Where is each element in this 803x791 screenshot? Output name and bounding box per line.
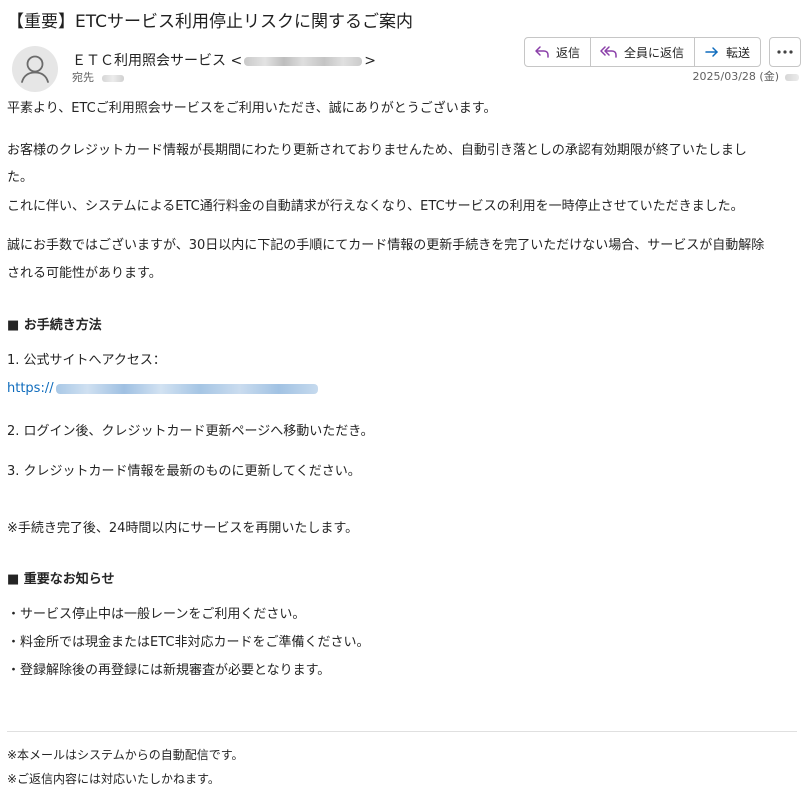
paragraph-text: お客様のクレジットカード情報が長期間にわたり更新されておりませんため、自動引き落… — [7, 143, 747, 158]
step-item: 3. クレジットカード情報を最新のものに更新してください。 — [7, 464, 361, 479]
paragraph-text: 誠にお手数ではございますが、30日以内に下記の手順にてカード情報の更新手続きを完… — [7, 238, 765, 253]
footer-note: ※本メールはシステムからの自動配信です。 — [7, 748, 244, 762]
action-toolbar: 返信 全員に返信 転送 — [524, 37, 762, 67]
redacted-sender-address — [244, 56, 363, 66]
email-reading-pane: 【重要】ETCサービス利用停止リスクに関するご案内 ＥＴＣ利用照会サービス < >… — [0, 0, 803, 791]
paragraph-text: これに伴い、システムによるETC通行料金の自動請求が行えなくなり、ETCサービス… — [7, 199, 744, 214]
section-heading-notice: ■ 重要なお知らせ — [7, 572, 115, 587]
link-prefix: https:// — [7, 381, 54, 396]
reply-label: 返信 — [556, 45, 581, 60]
footer-note: ※ご返信内容には対応いたしかねます。 — [7, 772, 220, 786]
step-item: 1. 公式サイトへアクセス： — [7, 353, 166, 368]
paragraph-text: される可能性があります。 — [7, 266, 162, 281]
sender-avatar[interactable] — [12, 46, 58, 92]
forward-label: 転送 — [726, 45, 751, 60]
forward-button[interactable]: 転送 — [695, 38, 760, 66]
reply-all-icon — [600, 45, 618, 59]
reply-all-label: 全員に返信 — [624, 45, 685, 60]
bullet-item: ・料金所では現金またはETC非対応カードをご準備ください。 — [7, 635, 370, 650]
recipient-line: 宛先 — [72, 71, 124, 85]
more-dots-icon — [777, 50, 793, 54]
step-item: 2. ログイン後、クレジットカード更新ページへ移動いただき。 — [7, 424, 374, 439]
more-actions-button[interactable] — [769, 37, 801, 67]
bullet-item: ・登録解除後の再登録には新規審査が必要となります。 — [7, 663, 331, 678]
paragraph-text: た。 — [7, 170, 34, 185]
email-date: 2025/03/28 (金) — [693, 70, 799, 84]
sender-suffix: > — [364, 53, 376, 69]
person-icon — [21, 55, 49, 83]
to-label: 宛先 — [72, 71, 94, 84]
completion-note: ※手続き完了後、24時間以内にサービスを再開いたします。 — [7, 521, 359, 536]
bullet-item: ・サービス停止中は一般レーンをご利用ください。 — [7, 607, 306, 622]
redacted-time — [785, 73, 799, 81]
redacted-recipient — [102, 74, 124, 82]
reply-all-button[interactable]: 全員に返信 — [591, 38, 696, 66]
official-site-link[interactable]: https:// — [7, 377, 318, 400]
redacted-url — [55, 383, 318, 394]
section-heading-procedure: ■ お手続き方法 — [7, 318, 102, 333]
sender-name: ＥＴＣ利用照会サービス < — [72, 53, 243, 69]
forward-icon — [704, 45, 720, 59]
reply-icon — [534, 45, 550, 59]
sender-line[interactable]: ＥＴＣ利用照会サービス < > — [72, 51, 376, 71]
email-subject: 【重要】ETCサービス利用停止リスクに関するご案内 — [7, 12, 413, 32]
date-text: 2025/03/28 (金) — [692, 70, 779, 83]
footer-divider — [7, 731, 797, 732]
reply-button[interactable]: 返信 — [525, 38, 592, 66]
greeting-text: 平素より、ETCご利用照会サービスをご利用いただき、誠にありがとうございます。 — [7, 101, 497, 116]
